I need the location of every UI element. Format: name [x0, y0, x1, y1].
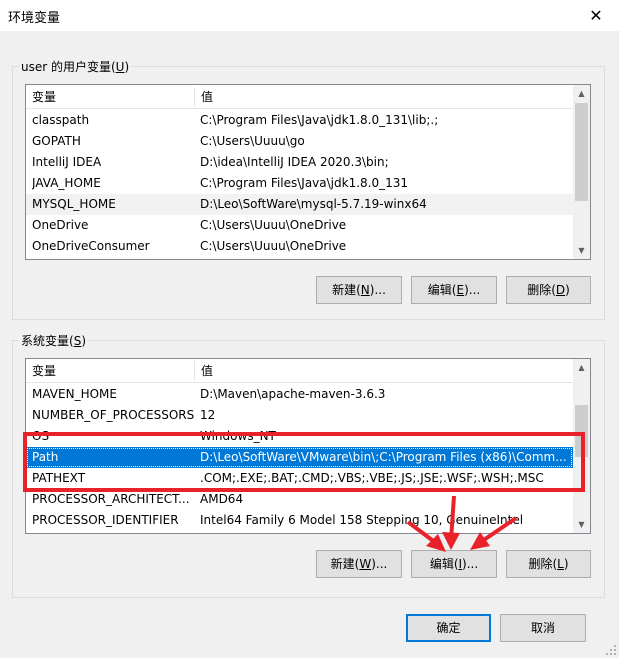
scroll-up-icon[interactable]: ▲ [573, 85, 590, 102]
user-var-row-java-home[interactable]: JAVA_HOME C:\Program Files\Java\jdk1.8.0… [26, 173, 573, 194]
sys-var-row-processor-identifier[interactable]: PROCESSOR_IDENTIFIER Intel64 Family 6 Mo… [26, 510, 573, 531]
system-delete-button[interactable]: 删除(L) [506, 550, 591, 578]
var-value: .COM;.EXE;.BAT;.CMD;.VBS;.VBE;.JS;.JSE;.… [200, 471, 544, 485]
var-name: NUMBER_OF_PROCESSORS [32, 408, 195, 422]
var-name: GOPATH [32, 134, 81, 148]
user-new-button[interactable]: 新建(N)... [316, 276, 402, 304]
cancel-button[interactable]: 取消 [500, 614, 586, 642]
var-value: C:\Program Files\Java\jdk1.8.0_131 [200, 176, 409, 190]
list-header: 变量 值 [26, 359, 573, 383]
var-value: D:\Maven\apache-maven-3.6.3 [200, 387, 386, 401]
var-value: C:\Users\Uuuu\go [200, 134, 305, 148]
sys-var-row-number-of-processors[interactable]: NUMBER_OF_PROCESSORS 12 [26, 405, 573, 426]
var-value: Windows_NT [200, 429, 276, 443]
ok-button[interactable]: 确定 [406, 614, 491, 642]
user-var-row-onedrive-consumer[interactable]: OneDriveConsumer C:\Users\Uuuu\OneDrive [26, 236, 573, 257]
sys-var-row-maven-home[interactable]: MAVEN_HOME D:\Maven\apache-maven-3.6.3 [26, 384, 573, 405]
var-name: PATHEXT [32, 471, 86, 485]
system-edit-button[interactable]: 编辑(I)... [411, 550, 497, 578]
var-value: AMD64 [200, 492, 244, 506]
close-icon: ✕ [589, 6, 603, 25]
var-name: JAVA_HOME [32, 176, 101, 190]
var-value: D:\Leo\SoftWare\mysql-5.7.19-winx64 [200, 197, 427, 211]
sys-var-row-os[interactable]: OS Windows_NT [26, 426, 573, 447]
var-name: PROCESSOR_IDENTIFIER [32, 513, 179, 527]
var-name: Path [32, 450, 59, 464]
user-var-row-intellij[interactable]: IntelliJ IDEA D:\idea\IntelliJ IDEA 2020… [26, 152, 573, 173]
system-list-scrollbar[interactable]: ▲ ▼ [573, 359, 590, 533]
var-value: C:\Program Files\Java\jdk1.8.0_131\lib;.… [200, 113, 439, 127]
column-header-value[interactable]: 值 [195, 359, 213, 383]
user-delete-button[interactable]: 删除(D) [506, 276, 591, 304]
system-variables-list[interactable]: 变量 值 MAVEN_HOME D:\Maven\apache-maven-3.… [25, 358, 591, 534]
title-bar: 环境变量 ✕ [0, 0, 619, 31]
user-variables-list[interactable]: 变量 值 classpath C:\Program Files\Java\jdk… [25, 84, 591, 260]
user-edit-button[interactable]: 编辑(E)... [411, 276, 497, 304]
var-name: PROCESSOR_ARCHITECT... [32, 492, 190, 506]
var-name: OneDrive [32, 218, 89, 232]
scroll-down-icon[interactable]: ▼ [573, 242, 590, 259]
user-var-row-mysql-home[interactable]: MYSQL_HOME D:\Leo\SoftWare\mysql-5.7.19-… [26, 194, 573, 215]
close-button[interactable]: ✕ [573, 0, 619, 31]
system-variables-legend: 系统变量(S) [19, 332, 88, 349]
user-var-row-gopath[interactable]: GOPATH C:\Users\Uuuu\go [26, 131, 573, 152]
column-header-variable[interactable]: 变量 [26, 359, 194, 383]
var-value: Intel64 Family 6 Model 158 Stepping 10, … [200, 513, 524, 527]
sys-var-row-pathext[interactable]: PATHEXT .COM;.EXE;.BAT;.CMD;.VBS;.VBE;.J… [26, 468, 573, 489]
user-variables-legend: user 的用户变量(U) [19, 58, 132, 75]
scroll-up-icon[interactable]: ▲ [573, 359, 590, 376]
var-name: classpath [32, 113, 90, 127]
sys-var-row-processor-architecture[interactable]: PROCESSOR_ARCHITECT... AMD64 [26, 489, 573, 510]
column-header-value[interactable]: 值 [195, 85, 213, 109]
list-header: 变量 值 [26, 85, 573, 109]
window-title: 环境变量 [8, 11, 61, 26]
var-name: MYSQL_HOME [32, 197, 116, 211]
scroll-thumb[interactable] [575, 405, 588, 457]
var-name: OS [32, 429, 50, 443]
system-new-button[interactable]: 新建(W)... [316, 550, 402, 578]
var-value: D:\Leo\SoftWare\VMware\bin\;C:\Program F… [200, 450, 567, 464]
sys-var-row-path[interactable]: Path D:\Leo\SoftWare\VMware\bin\;C:\Prog… [26, 447, 573, 468]
resize-grip-icon[interactable] [605, 644, 617, 656]
var-name: MAVEN_HOME [32, 387, 117, 401]
var-value: D:\idea\IntelliJ IDEA 2020.3\bin; [200, 155, 389, 169]
user-var-row-onedrive[interactable]: OneDrive C:\Users\Uuuu\OneDrive [26, 215, 573, 236]
var-value: C:\Users\Uuuu\OneDrive [200, 239, 347, 253]
user-var-row-classpath[interactable]: classpath C:\Program Files\Java\jdk1.8.0… [26, 110, 573, 131]
var-name: IntelliJ IDEA [32, 155, 102, 169]
scroll-thumb[interactable] [575, 103, 588, 201]
var-name: OneDriveConsumer [32, 239, 150, 253]
var-value: 12 [200, 408, 216, 422]
column-header-variable[interactable]: 变量 [26, 85, 194, 109]
user-list-scrollbar[interactable]: ▲ ▼ [573, 85, 590, 259]
var-value: C:\Users\Uuuu\OneDrive [200, 218, 347, 232]
scroll-down-icon[interactable]: ▼ [573, 516, 590, 533]
